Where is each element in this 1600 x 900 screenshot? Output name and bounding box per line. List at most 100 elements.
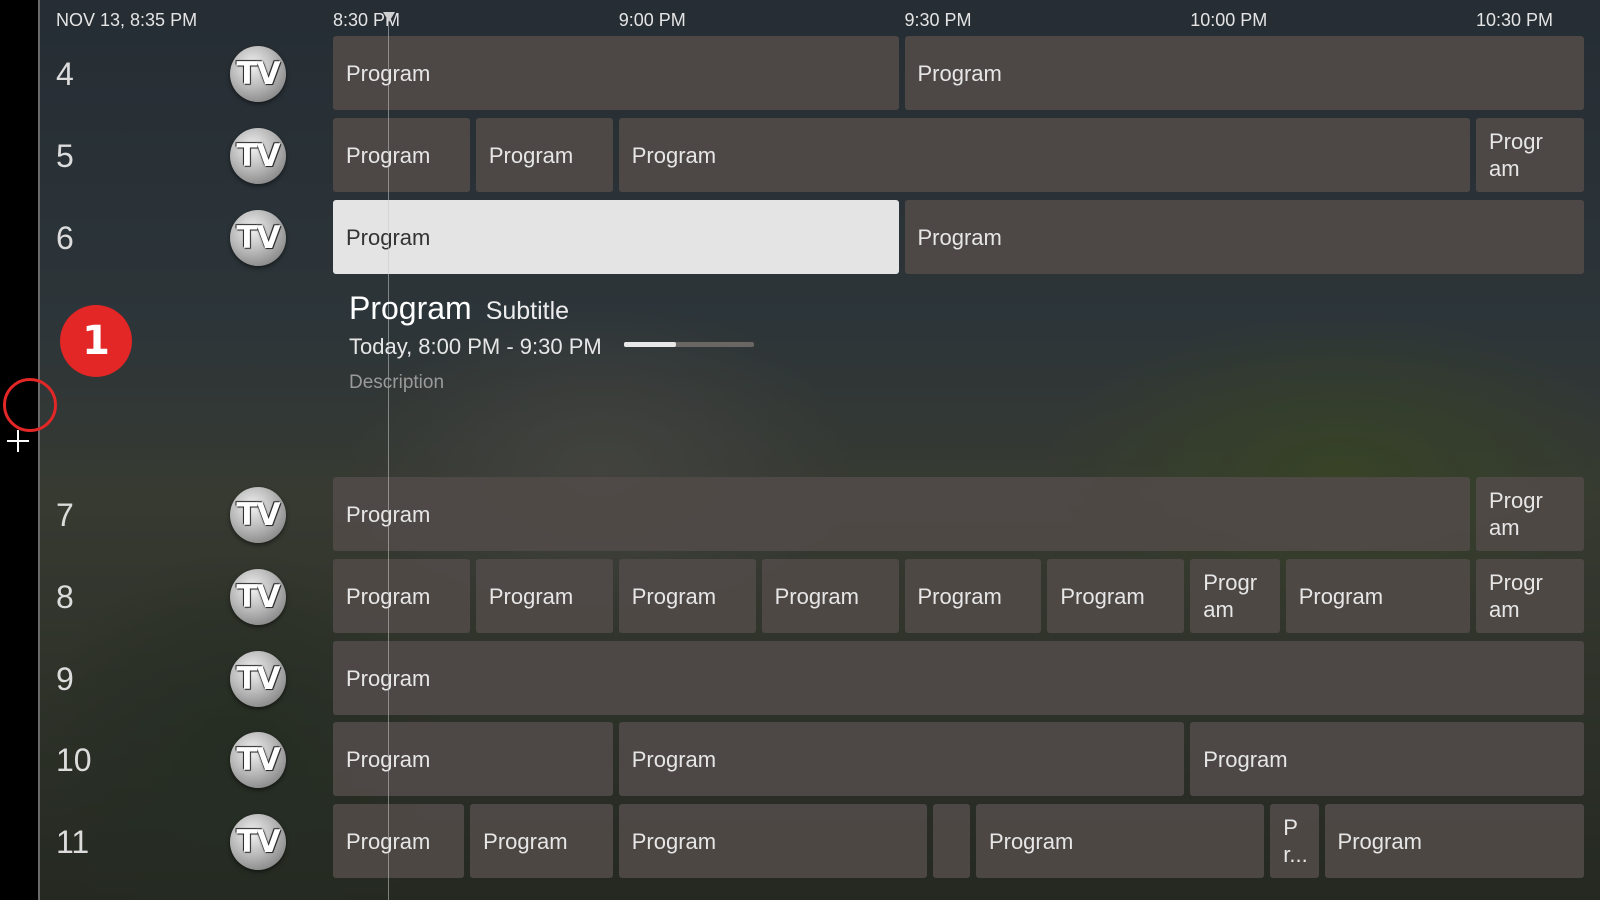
program-title: Program: [917, 583, 1002, 609]
program-title: Progr: [1489, 488, 1543, 513]
current-time-line: [388, 14, 389, 900]
program-cell[interactable]: Program: [333, 804, 465, 878]
detail-title: Program: [349, 290, 472, 326]
program-cell[interactable]: Program: [618, 118, 1470, 192]
channel-logo-text: TV: [236, 579, 280, 615]
current-time-marker: [383, 12, 395, 22]
channel-number: 10: [56, 742, 92, 778]
program-cell[interactable]: Program: [618, 559, 756, 633]
timeline-label: 10:30 PM: [1476, 10, 1554, 30]
program-title: Progr: [1489, 129, 1543, 154]
timeline-label: 9:30 PM: [904, 10, 972, 30]
step-badge: 1: [60, 305, 132, 377]
program-cell[interactable]: Program: [1190, 559, 1280, 633]
program-title: Program: [631, 583, 717, 609]
program-cell-focused[interactable]: Program: [333, 200, 899, 274]
left-rail: [0, 0, 38, 900]
program-cell[interactable]: Program: [333, 559, 470, 633]
detail-time: Today, 8:00 PM - 9:30 PM: [349, 334, 602, 359]
program-progress: [624, 342, 754, 347]
detail-description: Description: [349, 372, 445, 393]
detail-subtitle: Subtitle: [485, 297, 570, 325]
channel-logo-text: TV: [236, 220, 280, 256]
program-cell[interactable]: Program: [333, 477, 1470, 551]
program-progress-fill: [624, 342, 676, 347]
channel-logo-icon: TV: [230, 128, 286, 184]
program-cell[interactable]: Program: [1476, 477, 1585, 551]
program-cell[interactable]: Program: [475, 559, 613, 633]
channel-logo-text: TV: [236, 661, 280, 697]
program-cell[interactable]: Program: [904, 36, 1585, 110]
program-cell[interactable]: Program: [761, 559, 899, 633]
channel-logo-icon: TV: [230, 487, 286, 543]
channel-row[interactable]: 7 TV: [56, 477, 316, 557]
program-title: Program: [917, 224, 1002, 250]
program-cell[interactable]: Program: [904, 559, 1042, 633]
program-title: P: [1283, 815, 1298, 840]
timeline-label: 10:00 PM: [1190, 10, 1268, 30]
channel-number: 6: [56, 220, 74, 256]
channel-logo-icon: TV: [230, 651, 286, 707]
program-cell[interactable]: Program: [1190, 722, 1585, 796]
program-title-line2: am: [1203, 597, 1234, 622]
channel-number: 11: [56, 824, 90, 860]
program-title: Program: [1337, 828, 1422, 854]
program-cell[interactable]: Pr...: [1270, 804, 1319, 878]
channel-row[interactable]: 11 TV: [56, 804, 316, 884]
program-title: Program: [631, 828, 717, 854]
channel-logo-icon: TV: [230, 46, 286, 102]
program-cell[interactable]: Program: [975, 804, 1265, 878]
channel-logo-text: TV: [236, 56, 280, 92]
channel-logo-icon: TV: [230, 210, 286, 266]
channel-logo-text: TV: [236, 742, 280, 778]
program-title: Program: [1298, 583, 1384, 609]
channel-row[interactable]: 6 TV: [56, 200, 316, 280]
program-title: Progr: [1489, 570, 1543, 595]
program-title: Program: [483, 828, 568, 854]
channel-row[interactable]: 9 TV: [56, 641, 316, 721]
channel-number: 4: [56, 56, 74, 92]
program-cell[interactable]: [933, 804, 970, 878]
channel-logo-text: TV: [236, 497, 280, 533]
program-cell[interactable]: Program: [1476, 118, 1585, 192]
click-indicator-ring: [3, 378, 57, 432]
program-cell[interactable]: Program: [333, 722, 613, 796]
channel-logo-text: TV: [236, 138, 280, 174]
program-cell[interactable]: Program: [333, 641, 1585, 715]
program-title-wrap: Pr...: [1283, 814, 1307, 868]
program-cell[interactable]: Program: [904, 200, 1585, 274]
channel-row[interactable]: 5 TV: [56, 118, 316, 198]
program-title-wrap: Progr am: [1489, 487, 1543, 541]
program-cell[interactable]: Program: [618, 804, 928, 878]
program-title: Program: [917, 60, 1002, 86]
channel-logo-icon: TV: [230, 569, 286, 625]
program-title: Program: [988, 828, 1074, 854]
program-cell[interactable]: Program: [333, 36, 899, 110]
program-cell[interactable]: Program: [1324, 804, 1585, 878]
program-title-line2: am: [1489, 156, 1520, 181]
channel-number: 9: [56, 661, 74, 697]
channel-number: 7: [56, 497, 74, 533]
program-title: Program: [1203, 746, 1288, 772]
channel-row[interactable]: 4 TV: [56, 36, 316, 116]
program-cell[interactable]: Program: [1476, 559, 1585, 633]
program-title-line2: r...: [1283, 842, 1308, 867]
cursor-crosshair-icon: [17, 430, 19, 452]
program-title-wrap: Progr am: [1489, 569, 1543, 623]
program-cell[interactable]: Program: [1285, 559, 1470, 633]
channel-logo-text: TV: [236, 824, 280, 860]
program-cell[interactable]: Program: [618, 722, 1185, 796]
program-cell[interactable]: Program: [1047, 559, 1185, 633]
program-cell[interactable]: Program: [333, 118, 470, 192]
program-title-line2: am: [1489, 515, 1520, 540]
program-title: Program: [488, 583, 574, 609]
program-title: Progr: [1203, 570, 1258, 595]
program-cell[interactable]: Program: [475, 118, 613, 192]
timeline-label: 9:00 PM: [618, 10, 686, 30]
program-title-wrap: Progr am: [1203, 569, 1257, 623]
program-title-line2: am: [1489, 597, 1520, 622]
channel-row[interactable]: 8 TV: [56, 559, 316, 639]
program-cell[interactable]: Program: [470, 804, 613, 878]
channel-row[interactable]: 10 TV: [56, 722, 316, 802]
program-title: Program: [1060, 583, 1145, 609]
